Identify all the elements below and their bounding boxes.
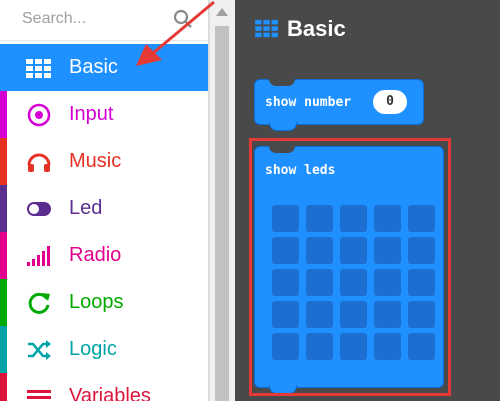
category-label: Variables xyxy=(69,385,151,401)
category-basic[interactable]: Basic xyxy=(0,44,208,91)
grid-icon xyxy=(255,19,278,38)
category-loops[interactable]: Loops xyxy=(0,279,208,326)
shuffle-icon xyxy=(28,340,51,360)
category-label: Basic xyxy=(69,56,118,78)
category-label: Loops xyxy=(69,291,124,313)
category-label: Radio xyxy=(69,244,122,266)
show-number-block[interactable]: show number 0 xyxy=(254,79,424,131)
search-icon[interactable] xyxy=(172,8,194,30)
grid-icon xyxy=(26,59,51,78)
block-notch xyxy=(269,79,295,86)
toggle-icon xyxy=(27,202,51,216)
block-label: show number xyxy=(265,95,352,110)
category-led[interactable]: Led xyxy=(0,185,208,232)
category-label: Input xyxy=(69,103,114,125)
category-logic[interactable]: Logic xyxy=(0,326,208,373)
category-color-bar xyxy=(0,138,7,185)
signal-bars-icon xyxy=(27,246,50,266)
category-color-bar xyxy=(0,91,7,138)
number-input[interactable]: 0 xyxy=(373,90,407,114)
list-lines-icon xyxy=(27,390,51,399)
block-nub xyxy=(269,122,297,131)
refresh-icon xyxy=(28,292,50,314)
headphones-icon xyxy=(27,153,51,172)
flyout-header: Basic xyxy=(255,16,346,42)
category-music[interactable]: Music xyxy=(0,138,208,185)
category-radio[interactable]: Radio xyxy=(0,232,208,279)
search-input[interactable]: Search... xyxy=(22,10,86,28)
category-label: Logic xyxy=(69,338,117,360)
flyout-title: Basic xyxy=(287,16,346,41)
scroll-up-arrow-icon[interactable] xyxy=(216,8,228,16)
radio-target-icon xyxy=(27,103,51,127)
category-label: Led xyxy=(69,197,103,219)
toolbox-scrollbar[interactable] xyxy=(209,0,235,401)
search-box[interactable]: Search... xyxy=(0,0,208,41)
category-color-bar xyxy=(0,185,7,232)
category-variables[interactable]: Variables xyxy=(0,373,208,401)
category-color-bar xyxy=(0,279,7,326)
category-color-bar xyxy=(0,326,7,373)
scroll-thumb[interactable] xyxy=(215,26,229,401)
highlight-box xyxy=(249,138,451,396)
category-color-bar xyxy=(0,232,7,279)
category-input[interactable]: Input xyxy=(0,91,208,138)
category-label: Music xyxy=(69,150,122,172)
toolbox: Search... Basic Input Music Led Radio Lo… xyxy=(0,0,209,401)
category-color-bar xyxy=(0,373,7,401)
